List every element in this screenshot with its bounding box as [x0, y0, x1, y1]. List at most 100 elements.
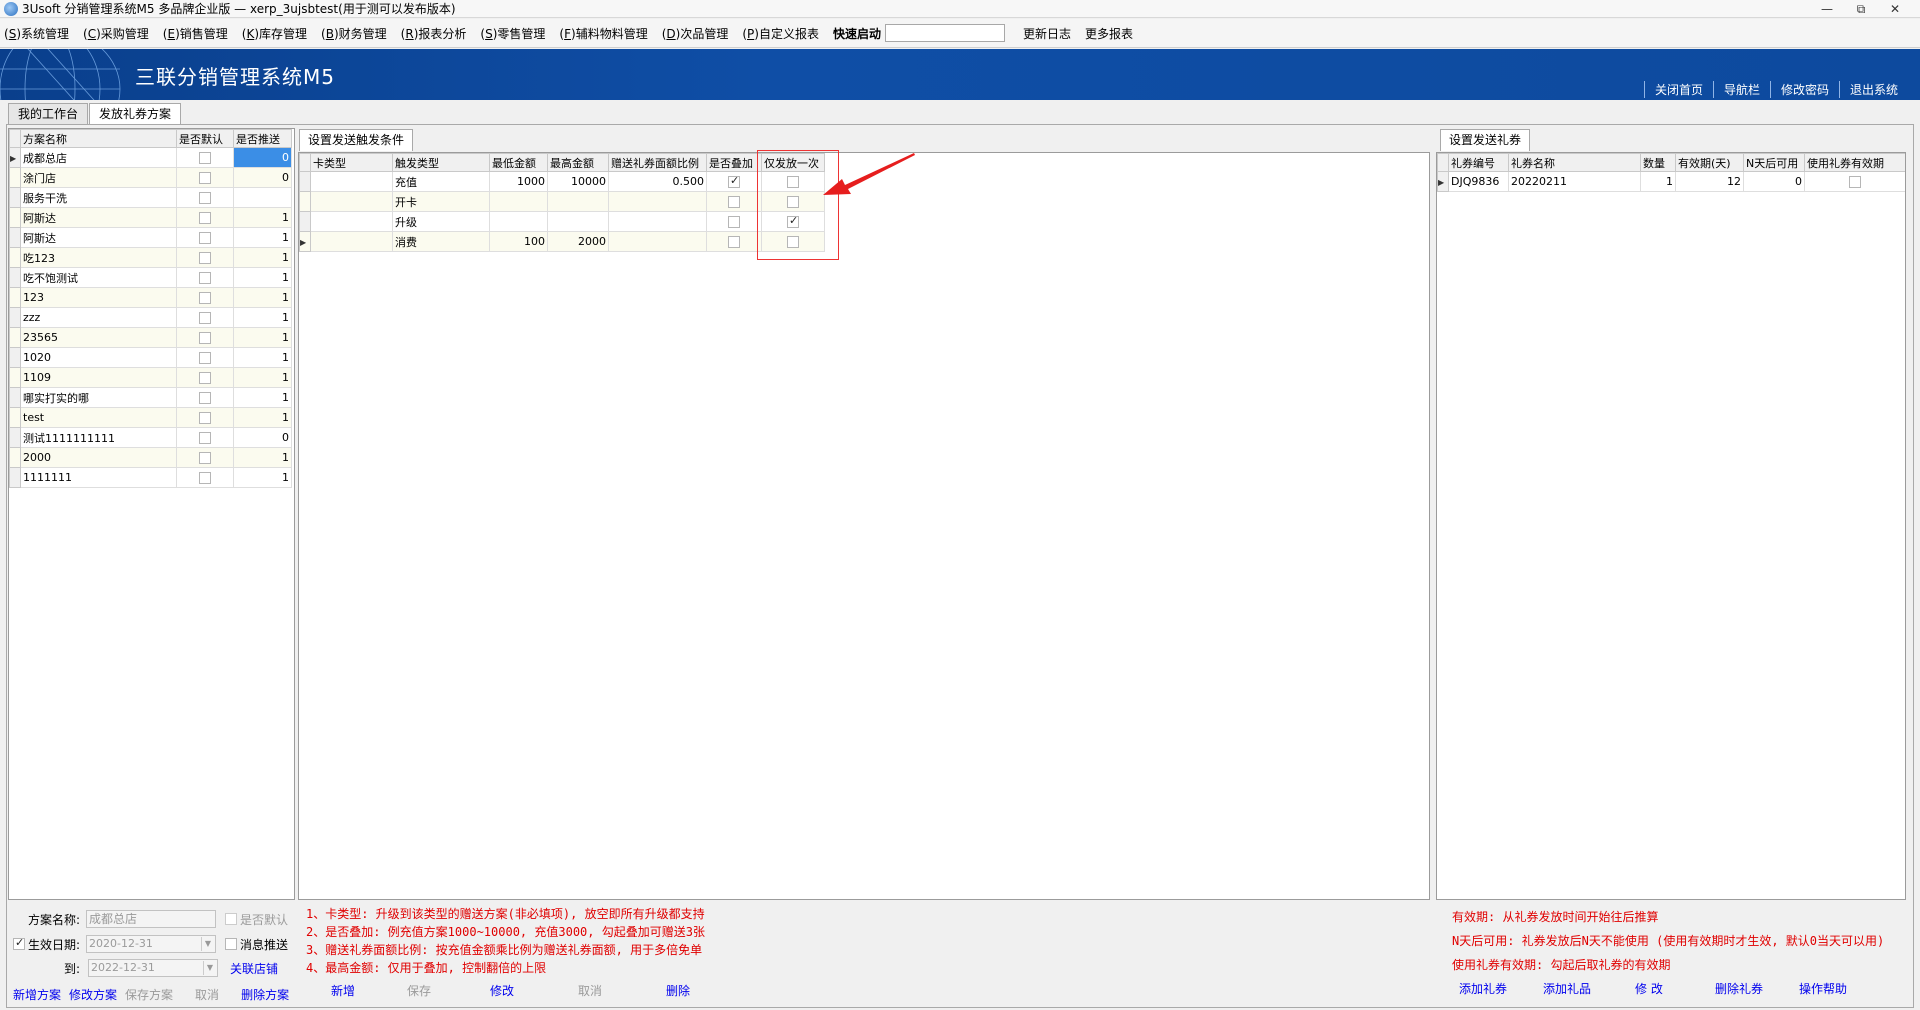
is-default-cell[interactable] — [176, 227, 234, 248]
is-push-cell[interactable]: 1 — [233, 387, 292, 408]
scheme-name-cell[interactable]: 哪实打实的哪 — [20, 387, 177, 408]
is-default-cell[interactable] — [176, 247, 234, 268]
is-default-checkbox[interactable] — [199, 212, 211, 224]
is-default-checkbox[interactable] — [199, 352, 211, 364]
card-type-cell[interactable] — [310, 231, 393, 252]
scheme-row[interactable]: 2000 1 — [9, 447, 292, 468]
is-push-cell[interactable]: 1 — [233, 447, 292, 468]
scheme-row[interactable]: 23565 1 — [9, 327, 292, 348]
coupon-row[interactable]: ▶ DJQ9836 20220211 1 12 0 — [1437, 171, 1905, 192]
min-amount-cell[interactable]: 100 — [489, 231, 548, 252]
scheme-row[interactable]: 哪实打实的哪 1 — [9, 387, 292, 408]
scheme-name-cell[interactable]: 1109 — [20, 367, 177, 388]
card-type-cell[interactable] — [310, 171, 393, 192]
is-default-cell[interactable] — [176, 267, 234, 288]
trigger-type-cell[interactable]: 升级 — [392, 211, 490, 232]
is-default-checkbox[interactable] — [199, 412, 211, 424]
scheme-name-cell[interactable]: 阿斯达 — [20, 207, 177, 228]
scheme-name-cell[interactable]: 服务干洗 — [20, 187, 177, 208]
delete-coupon-button[interactable]: 删除礼券 — [1715, 980, 1799, 997]
scheme-name-cell[interactable]: 2000 — [20, 447, 177, 468]
scheme-row[interactable]: ▶ 成都总店 0 — [9, 147, 292, 168]
new-scheme-button[interactable]: 新增方案 — [13, 986, 61, 1003]
is-default-checkbox[interactable] — [199, 312, 211, 324]
scheme-row[interactable]: zzz 1 — [9, 307, 292, 328]
col-scheme-name[interactable]: 方案名称 — [20, 129, 177, 148]
is-default-cell[interactable] — [176, 327, 234, 348]
quantity-cell[interactable]: 1 — [1640, 171, 1676, 192]
is-default-checkbox[interactable] — [199, 192, 211, 204]
delete-scheme-button[interactable]: 删除方案 — [241, 986, 289, 1003]
menu-purchase[interactable]: (C)采购管理 — [83, 25, 149, 42]
is-push-cell[interactable]: 1 — [233, 407, 292, 428]
max-amount-cell[interactable] — [547, 191, 609, 212]
is-push-cell[interactable]: 1 — [233, 327, 292, 348]
scheme-row[interactable]: 吃不饱测试 1 — [9, 267, 292, 288]
cancel-trigger-button[interactable]: 取消 — [578, 982, 666, 999]
menu-defects[interactable]: (D)次品管理 — [662, 25, 729, 42]
add-gift-button[interactable]: 添加礼品 — [1543, 980, 1635, 997]
is-default-checkbox[interactable] — [199, 432, 211, 444]
change-password-link[interactable]: 修改密码 — [1769, 81, 1839, 98]
menu-sales[interactable]: (E)销售管理 — [163, 25, 228, 42]
is-default-cell[interactable] — [176, 387, 234, 408]
scheme-row[interactable]: 服务干洗 — [9, 187, 292, 208]
menu-inventory[interactable]: (K)库存管理 — [242, 25, 307, 42]
is-default-checkbox[interactable] — [199, 172, 211, 184]
link-stores-button[interactable]: 关联店铺 — [230, 960, 278, 977]
col-is-stack[interactable]: 是否叠加 — [706, 153, 762, 172]
col-is-default[interactable]: 是否默认 — [176, 129, 234, 148]
is-push-cell[interactable]: 0 — [233, 427, 292, 448]
is-push-cell[interactable] — [233, 187, 292, 208]
effective-from-input[interactable]: 2020-12-31 ▼ — [86, 935, 216, 953]
is-stack-cell[interactable] — [706, 191, 762, 212]
is-default-checkbox[interactable] — [199, 252, 211, 264]
scheme-name-cell[interactable]: 吃不饱测试 — [20, 267, 177, 288]
save-scheme-button[interactable]: 保存方案 — [125, 986, 173, 1003]
coupon-code-cell[interactable]: DJQ9836 — [1448, 171, 1509, 192]
is-default-checkbox[interactable] — [199, 232, 211, 244]
is-push-cell[interactable]: 1 — [233, 307, 292, 328]
col-coupon-code[interactable]: 礼券编号 — [1448, 153, 1509, 172]
is-default-checkbox[interactable] — [199, 292, 211, 304]
is-default-checkbox[interactable] — [199, 452, 211, 464]
use-coupon-validity-checkbox[interactable] — [1849, 176, 1861, 188]
edit-trigger-button[interactable]: 修改 — [490, 982, 578, 999]
is-stack-checkbox[interactable] — [728, 236, 740, 248]
is-default-cell[interactable] — [176, 287, 234, 308]
scheme-row[interactable]: 测试1111111111 0 — [9, 427, 292, 448]
effective-date-checkbox[interactable] — [13, 936, 25, 950]
tab-coupon-scheme[interactable]: 发放礼券方案 — [89, 103, 182, 125]
add-trigger-button[interactable]: 新增 — [331, 982, 407, 999]
is-default-cell[interactable] — [176, 147, 234, 168]
is-default-cell[interactable] — [176, 447, 234, 468]
chevron-down-icon[interactable]: ▼ — [201, 937, 214, 951]
menu-retail[interactable]: (S)零售管理 — [480, 25, 545, 42]
trigger-row[interactable]: 充值 1000 10000 0.500 — [299, 171, 825, 192]
quick-start-input[interactable] — [885, 24, 1006, 42]
trigger-row[interactable]: 升级 — [299, 211, 825, 232]
changelog-link[interactable]: 更新日志 — [1023, 25, 1071, 42]
cancel-scheme-button[interactable]: 取消 — [195, 986, 219, 1003]
scheme-row[interactable]: 123 1 — [9, 287, 292, 308]
is-push-cell[interactable]: 1 — [233, 467, 292, 488]
nav-bar-link[interactable]: 导航栏 — [1712, 81, 1770, 98]
is-stack-cell[interactable] — [706, 211, 762, 232]
is-default-cell[interactable] — [176, 467, 234, 488]
effective-to-input[interactable]: 2022-12-31 ▼ — [88, 959, 218, 977]
scheme-row[interactable]: test 1 — [9, 407, 292, 428]
is-push-cell[interactable]: 1 — [233, 207, 292, 228]
scheme-row[interactable]: 1111111 1 — [9, 467, 292, 488]
col-trigger-type[interactable]: 触发类型 — [392, 153, 490, 172]
help-button[interactable]: 操作帮助 — [1799, 980, 1847, 997]
trigger-type-cell[interactable]: 消费 — [392, 231, 490, 252]
more-reports-link[interactable]: 更多报表 — [1085, 25, 1133, 42]
is-default-cell[interactable] — [176, 407, 234, 428]
max-amount-cell[interactable] — [547, 211, 609, 232]
is-default-cell[interactable] — [176, 207, 234, 228]
col-use-coupon-validity[interactable]: 使用礼券有效期 — [1804, 153, 1905, 172]
trigger-row[interactable]: 开卡 — [299, 191, 825, 212]
message-push-checkbox[interactable] — [225, 938, 237, 950]
menu-reports[interactable]: (R)报表分析 — [401, 25, 467, 42]
col-min-amount[interactable]: 最低金额 — [489, 153, 548, 172]
